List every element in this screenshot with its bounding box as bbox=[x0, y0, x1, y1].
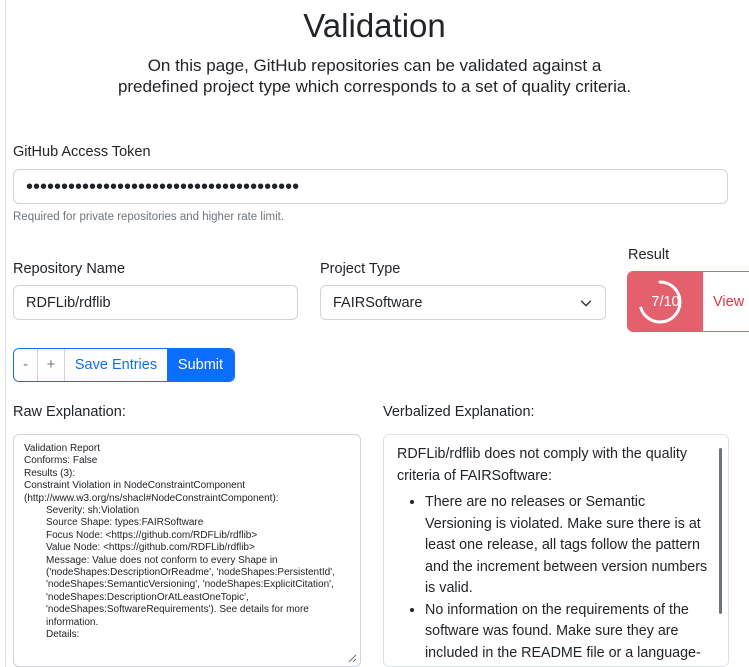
verbalized-issue-list: There are no releases or Semantic Versio… bbox=[397, 492, 715, 667]
raw-line: Message: Value does not conform to every… bbox=[46, 554, 338, 628]
verbalized-issue-item: No information on the requirements of th… bbox=[425, 600, 715, 667]
resize-handle-icon[interactable] bbox=[347, 653, 357, 663]
raw-line: Validation Report bbox=[24, 443, 100, 454]
remove-entry-button[interactable]: - bbox=[14, 349, 38, 381]
page-description: On this page, GitHub repositories can be… bbox=[117, 56, 632, 96]
raw-line: Source Shape: types:FAIRSoftware bbox=[46, 517, 204, 529]
raw-line: Details: bbox=[46, 629, 80, 641]
verbalized-explanation-label: Verbalized Explanation: bbox=[383, 404, 535, 420]
token-help-text: Required for private repositories and hi… bbox=[13, 211, 285, 223]
verbalized-explanation-panel: RDFLib/rdflib does not comply with the q… bbox=[383, 434, 729, 667]
project-type-selected: FAIRSoftware bbox=[333, 294, 423, 311]
page-border bbox=[5, 0, 6, 667]
chevron-down-icon bbox=[580, 299, 592, 306]
action-button-group: - + Save Entries Submit bbox=[13, 348, 235, 382]
raw-explanation-textarea[interactable]: Validation Report Conforms: False Result… bbox=[13, 434, 361, 667]
view-result-label: View bbox=[713, 293, 745, 310]
project-type-label: Project Type bbox=[320, 261, 401, 277]
project-type-select[interactable]: FAIRSoftware bbox=[320, 285, 606, 320]
access-token-value: ••••••••••••••••••••••••••••••••••••••• bbox=[26, 175, 300, 198]
verbalized-issue-item: There are no releases or Semantic Versio… bbox=[425, 492, 715, 600]
repository-name-value: RDFLib/rdflib bbox=[26, 294, 111, 311]
token-label: GitHub Access Token bbox=[13, 144, 151, 160]
raw-line: Conforms: False bbox=[24, 455, 98, 467]
raw-line: Value Node: <https://github.com/RDFLib/r… bbox=[46, 542, 255, 554]
raw-line: Severity: sh:Violation bbox=[46, 505, 140, 517]
raw-explanation-label: Raw Explanation: bbox=[13, 404, 126, 420]
add-entry-button[interactable]: + bbox=[38, 349, 65, 381]
submit-button[interactable]: Submit bbox=[167, 349, 234, 381]
result-score-badge: 7/10 bbox=[628, 272, 703, 331]
page-title: Validation bbox=[303, 7, 446, 44]
result-label: Result bbox=[628, 247, 670, 263]
raw-line: Focus Node: <https://github.com/RDFLib/r… bbox=[46, 529, 258, 541]
scrollbar-thumb[interactable] bbox=[719, 448, 722, 614]
access-token-input[interactable]: ••••••••••••••••••••••••••••••••••••••• bbox=[13, 169, 728, 204]
result-card: 7/10 View bbox=[627, 271, 749, 332]
result-score-text: 7/10 bbox=[651, 293, 680, 310]
verbalized-intro: RDFLib/rdflib does not comply with the q… bbox=[397, 446, 688, 484]
raw-line: Results (3): bbox=[24, 467, 76, 479]
repository-name-input[interactable]: RDFLib/rdflib bbox=[13, 285, 298, 320]
save-entries-button[interactable]: Save Entries bbox=[65, 349, 167, 381]
repository-label: Repository Name bbox=[13, 261, 126, 277]
view-result-button[interactable]: View bbox=[703, 272, 749, 331]
raw-line: Constraint Violation in NodeConstraintCo… bbox=[24, 480, 279, 504]
